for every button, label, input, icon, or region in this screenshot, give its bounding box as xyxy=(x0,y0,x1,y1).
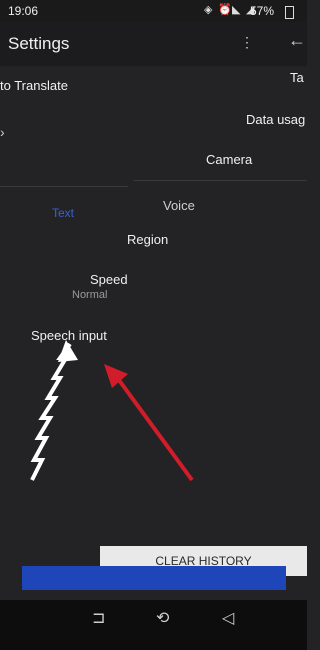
nav-bar: ⊐ ⟲ ◁ xyxy=(0,600,307,650)
status-bar: 19:06 ◈ ⏰ ◣ ◢ 57% xyxy=(0,0,307,22)
battery-percent: 57% xyxy=(250,4,275,18)
setting-speed-value: Normal xyxy=(72,289,108,301)
setting-tap[interactable]: Ta xyxy=(290,70,304,85)
page-title: Settings xyxy=(8,34,70,53)
overflow-icon[interactable]: ⋮ xyxy=(240,34,254,51)
divider-right xyxy=(134,180,307,181)
setting-region[interactable]: Region xyxy=(127,232,168,247)
red-arrow-icon xyxy=(104,364,194,482)
status-time: 19:06 xyxy=(8,4,39,18)
arrow-left-icon[interactable]: ← xyxy=(288,30,306,51)
vibrate-icon: ◈ xyxy=(204,4,213,16)
wifi-icon: ◣ xyxy=(232,4,241,16)
section-text-label: Text xyxy=(52,206,75,220)
white-arrow-icon xyxy=(30,340,78,481)
setting-voice[interactable]: Voice xyxy=(163,198,195,213)
app-bar: Settings ⋮ ← xyxy=(0,22,307,66)
setting-translate[interactable]: to Translate xyxy=(0,78,68,93)
setting-data-usage[interactable]: Data usag xyxy=(246,112,305,127)
back-icon[interactable]: ◁ xyxy=(222,608,234,628)
left-mark-icon: › xyxy=(0,124,5,140)
alarm-icon: ⏰ xyxy=(218,4,232,16)
battery-icon xyxy=(285,6,294,19)
annotation-arrows xyxy=(30,340,194,482)
setting-speed[interactable]: Speed xyxy=(90,272,128,287)
home-icon[interactable]: ⟲ xyxy=(156,608,169,628)
recent-apps-icon[interactable]: ⊐ xyxy=(92,608,105,628)
divider-left xyxy=(0,186,128,187)
setting-camera[interactable]: Camera xyxy=(206,152,252,167)
accent-bar xyxy=(22,566,286,590)
